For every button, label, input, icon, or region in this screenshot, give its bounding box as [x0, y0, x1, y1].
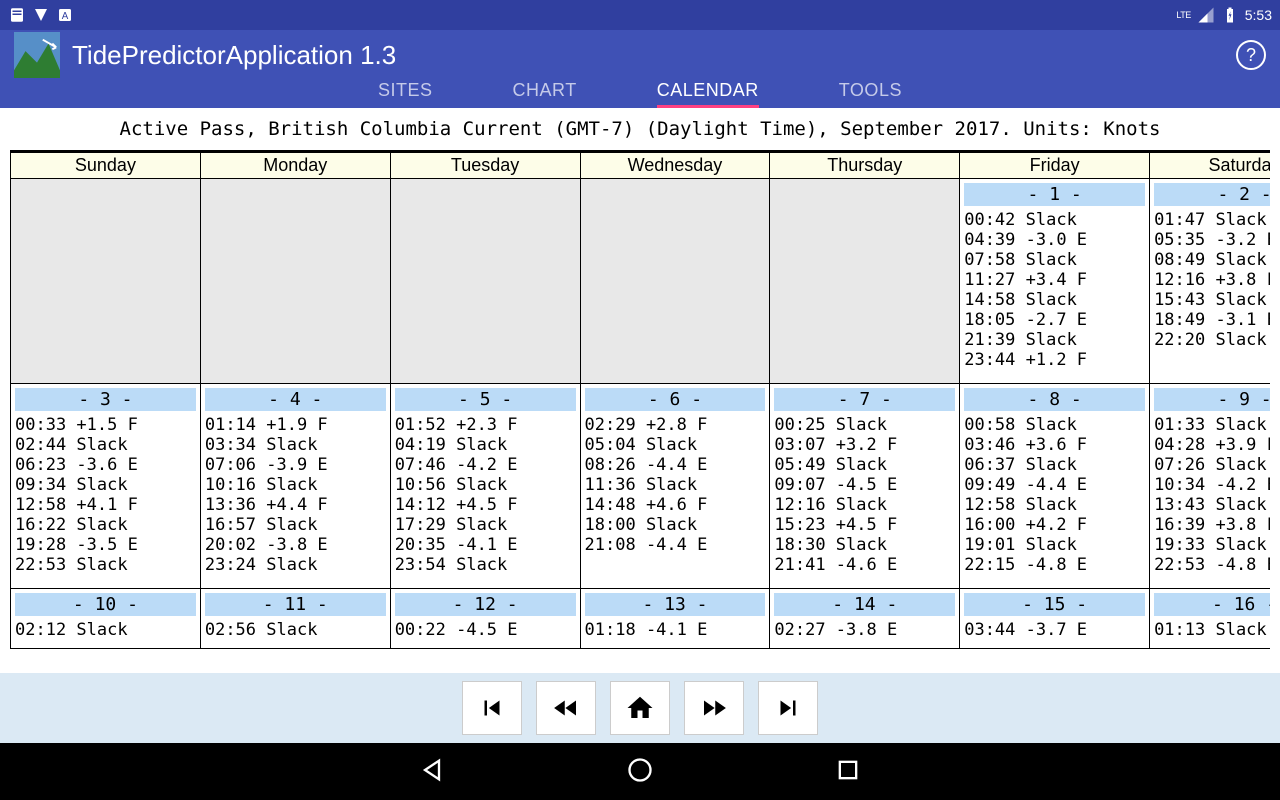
- signal-icon: [1197, 6, 1215, 24]
- tide-entries: 01:14 +1.9 F 03:34 Slack 07:06 -3.9 E 10…: [205, 415, 386, 575]
- tab-chart[interactable]: CHART: [513, 80, 577, 105]
- day-number: - 8 -: [964, 388, 1145, 411]
- day-number: - 1 -: [964, 183, 1145, 206]
- navigation-bar: [0, 673, 1280, 743]
- tide-entries: 00:33 +1.5 F 02:44 Slack 06:23 -3.6 E 09…: [15, 415, 196, 575]
- day-number: - 3 -: [15, 388, 196, 411]
- calendar-cell[interactable]: - 8 - 00:58 Slack 03:46 +3.6 F 06:37 Slac…: [960, 384, 1150, 589]
- day-number: - 15 -: [964, 593, 1145, 616]
- day-number: - 16 -: [1154, 593, 1270, 616]
- tide-entries: 01:33 Slack 04:28 +3.9 F 07:26 Slack 10:…: [1154, 415, 1270, 575]
- first-button[interactable]: [462, 681, 522, 735]
- android-nav-bar: [0, 743, 1280, 800]
- weekday-header: Monday: [200, 153, 390, 179]
- notif-icon-1: [8, 6, 26, 24]
- status-right: LTE 5:53: [1176, 6, 1272, 24]
- day-number: - 6 -: [585, 388, 766, 411]
- tide-entries: 00:42 Slack 04:39 -3.0 E 07:58 Slack 11:…: [964, 210, 1145, 370]
- tide-entries: 01:13 Slack: [1154, 620, 1270, 640]
- notif-icon-3: A: [56, 6, 74, 24]
- network-label: LTE: [1176, 10, 1190, 20]
- day-number: - 4 -: [205, 388, 386, 411]
- calendar-cell[interactable]: - 6 - 02:29 +2.8 F 05:04 Slack 08:26 -4.4…: [580, 384, 770, 589]
- android-recent-button[interactable]: [834, 756, 862, 788]
- tide-entries: 03:44 -3.7 E: [964, 620, 1145, 640]
- calendar-cell[interactable]: - 12 - 00:22 -4.5 E: [390, 589, 580, 649]
- tide-entries: 01:52 +2.3 F 04:19 Slack 07:46 -4.2 E 10…: [395, 415, 576, 575]
- tide-entries: 00:22 -4.5 E: [395, 620, 576, 640]
- calendar-cell[interactable]: [770, 179, 960, 384]
- prev-button[interactable]: [536, 681, 596, 735]
- weekday-header: Sunday: [11, 153, 201, 179]
- calendar-cell[interactable]: [200, 179, 390, 384]
- tab-calendar[interactable]: CALENDAR: [657, 80, 759, 108]
- android-back-button[interactable]: [418, 756, 446, 788]
- day-number: - 10 -: [15, 593, 196, 616]
- day-number: - 2 -: [1154, 183, 1270, 206]
- calendar-cell[interactable]: - 11 - 02:56 Slack: [200, 589, 390, 649]
- day-number: - 11 -: [205, 593, 386, 616]
- android-status-bar: A LTE 5:53: [0, 0, 1280, 30]
- calendar-cell[interactable]: - 16 - 01:13 Slack: [1150, 589, 1270, 649]
- clock: 5:53: [1245, 7, 1272, 23]
- app-logo-icon: [14, 32, 60, 78]
- calendar-container: SundayMondayTuesdayWednesdayThursdayFrid…: [10, 150, 1270, 649]
- home-button[interactable]: [610, 681, 670, 735]
- calendar-cell[interactable]: [11, 179, 201, 384]
- last-button[interactable]: [758, 681, 818, 735]
- tide-entries: 02:12 Slack: [15, 620, 196, 640]
- day-number: - 14 -: [774, 593, 955, 616]
- weekday-header: Friday: [960, 153, 1150, 179]
- weekday-header: Saturday: [1150, 153, 1270, 179]
- calendar-cell[interactable]: [580, 179, 770, 384]
- location-subtitle: Active Pass, British Columbia Current (G…: [0, 108, 1280, 150]
- android-home-button[interactable]: [626, 756, 654, 788]
- svg-text:A: A: [62, 11, 69, 22]
- calendar-cell[interactable]: - 7 - 00:25 Slack 03:07 +3.2 F 05:49 Slac…: [770, 384, 960, 589]
- tide-entries: 02:27 -3.8 E: [774, 620, 955, 640]
- help-button[interactable]: ?: [1236, 40, 1266, 70]
- tide-entries: 02:56 Slack: [205, 620, 386, 640]
- calendar-cell[interactable]: - 9 - 01:33 Slack 04:28 +3.9 F 07:26 Slac…: [1150, 384, 1270, 589]
- app-bar: TidePredictorApplication 1.3 ?: [0, 30, 1280, 80]
- battery-icon: [1221, 6, 1239, 24]
- tide-entries: 01:18 -4.1 E: [585, 620, 766, 640]
- tab-sites[interactable]: SITES: [378, 80, 433, 105]
- tab-tools[interactable]: TOOLS: [839, 80, 902, 105]
- tide-entries: 02:29 +2.8 F 05:04 Slack 08:26 -4.4 E 11…: [585, 415, 766, 555]
- day-number: - 7 -: [774, 388, 955, 411]
- tide-entries: 00:25 Slack 03:07 +3.2 F 05:49 Slack 09:…: [774, 415, 955, 575]
- notif-icon-2: [32, 6, 50, 24]
- day-number: - 12 -: [395, 593, 576, 616]
- weekday-header: Wednesday: [580, 153, 770, 179]
- status-left: A: [8, 6, 74, 24]
- calendar-cell[interactable]: [390, 179, 580, 384]
- tide-entries: 00:58 Slack 03:46 +3.6 F 06:37 Slack 09:…: [964, 415, 1145, 575]
- calendar-cell[interactable]: - 2 - 01:47 Slack 05:35 -3.2 E 08:49 Slac…: [1150, 179, 1270, 384]
- day-number: - 5 -: [395, 388, 576, 411]
- next-button[interactable]: [684, 681, 744, 735]
- day-number: - 13 -: [585, 593, 766, 616]
- calendar-cell[interactable]: - 13 - 01:18 -4.1 E: [580, 589, 770, 649]
- weekday-header: Thursday: [770, 153, 960, 179]
- tide-entries: 01:47 Slack 05:35 -3.2 E 08:49 Slack 12:…: [1154, 210, 1270, 350]
- calendar-cell[interactable]: - 14 - 02:27 -3.8 E: [770, 589, 960, 649]
- calendar-cell[interactable]: - 10 - 02:12 Slack: [11, 589, 201, 649]
- calendar-table: SundayMondayTuesdayWednesdayThursdayFrid…: [10, 152, 1270, 649]
- tab-bar: SITES CHART CALENDAR TOOLS: [0, 80, 1280, 108]
- calendar-cell[interactable]: - 5 - 01:52 +2.3 F 04:19 Slack 07:46 -4.2…: [390, 384, 580, 589]
- calendar-cell[interactable]: - 15 - 03:44 -3.7 E: [960, 589, 1150, 649]
- calendar-cell[interactable]: - 3 - 00:33 +1.5 F 02:44 Slack 06:23 -3.6…: [11, 384, 201, 589]
- day-number: - 9 -: [1154, 388, 1270, 411]
- app-title: TidePredictorApplication 1.3: [72, 40, 396, 71]
- calendar-cell[interactable]: - 1 - 00:42 Slack 04:39 -3.0 E 07:58 Slac…: [960, 179, 1150, 384]
- calendar-cell[interactable]: - 4 - 01:14 +1.9 F 03:34 Slack 07:06 -3.9…: [200, 384, 390, 589]
- weekday-header: Tuesday: [390, 153, 580, 179]
